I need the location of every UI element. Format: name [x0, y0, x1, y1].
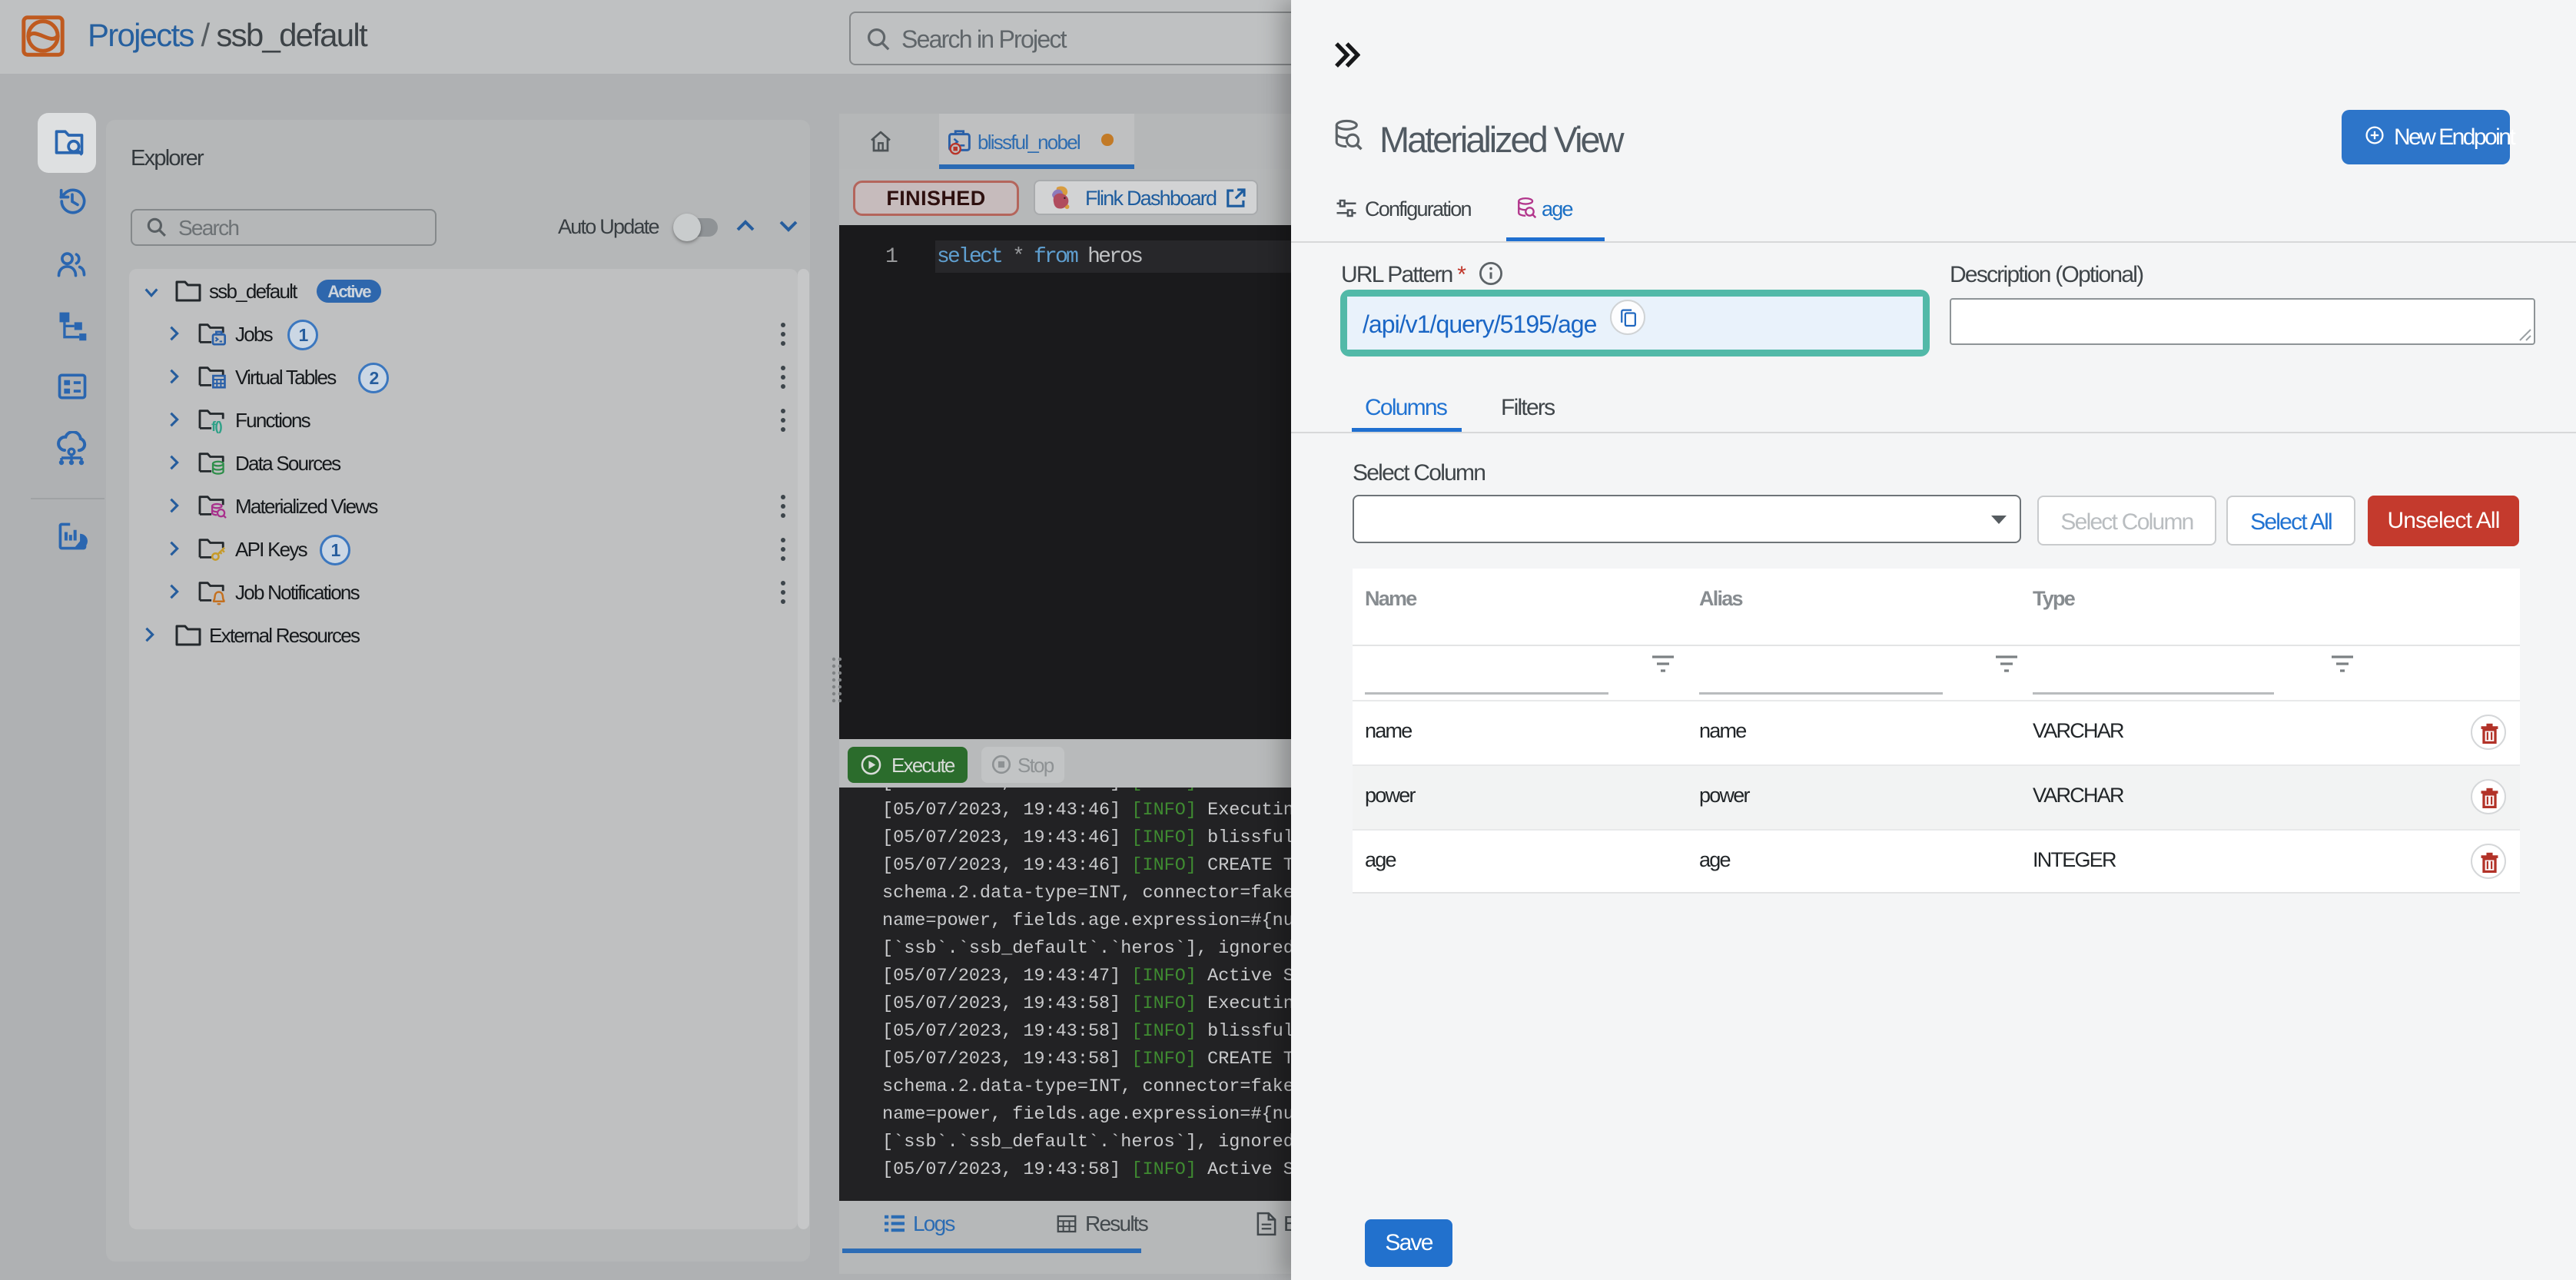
svg-text:f(): f()	[211, 419, 223, 433]
